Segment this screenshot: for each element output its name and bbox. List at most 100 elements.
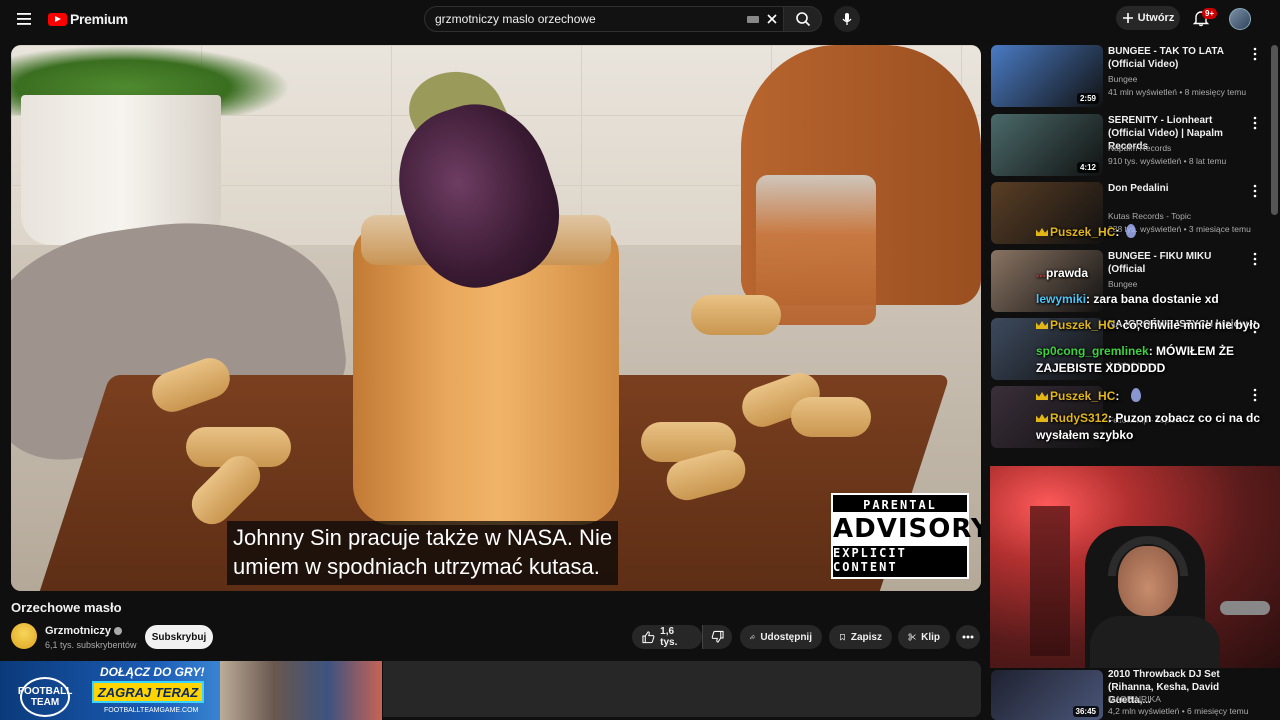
chat-text: prawda (1046, 266, 1089, 280)
save-button[interactable]: Zapisz (829, 625, 892, 649)
like-count: 1,6 tys. (660, 626, 678, 648)
ad-container (383, 661, 981, 717)
crown-icon (1036, 321, 1048, 329)
create-button[interactable]: Utwórz (1116, 6, 1180, 30)
more-vert-icon[interactable] (1251, 184, 1259, 198)
channel-subscribers: 6,1 tys. subskrybentów (45, 640, 137, 650)
chat-username: sp0cong_gremlinek (1036, 344, 1149, 358)
webcam-shelf (1030, 506, 1070, 656)
chat-username: ... (1036, 266, 1047, 280)
chat-username: RudyS312 (1050, 411, 1109, 425)
peanut (691, 295, 781, 335)
advisory-top: PARENTAL (863, 498, 937, 512)
search-icon (795, 12, 810, 27)
subtitle-line-1: Johnny Sin pracuje także w NASA. Nie (233, 525, 613, 550)
search-box (424, 6, 784, 32)
more-vert-icon[interactable] (1251, 116, 1259, 130)
notification-badge: 9+ (1202, 8, 1218, 19)
save-label: Zapisz (850, 631, 882, 643)
search-button[interactable] (784, 6, 822, 32)
chat-message: sp0cong_gremlinek: MÓWIŁEM ŻE ZAJEBISTE … (1036, 343, 1280, 377)
chat-username: Puszek_HC (1050, 389, 1116, 403)
channel-avatar[interactable] (11, 623, 37, 649)
save-icon (840, 634, 845, 641)
voice-search-button[interactable] (834, 6, 860, 32)
clear-icon[interactable] (765, 12, 779, 26)
webcam-microphone (1220, 601, 1270, 615)
dislike-button[interactable] (702, 625, 732, 649)
rec-meta: 4,2 mln wyświetleń • 6 miesięcy temu (1108, 706, 1249, 716)
ad-url: FOOTBALLTEAMGAME.COM (104, 707, 199, 714)
plus-icon (1122, 13, 1133, 23)
emote-icon (1131, 388, 1141, 402)
rec-thumbnail: 2:59 (991, 45, 1103, 107)
clip-icon (908, 633, 916, 641)
webcam-person-body (1090, 616, 1220, 668)
video-title: Orzechowe masło (11, 600, 122, 615)
share-icon (750, 634, 756, 640)
rec-channel: Napalm Records (1108, 143, 1172, 153)
recommendation-item[interactable]: 36:45 2010 Throwback DJ Set (Rihanna, Ke… (991, 668, 1271, 720)
chat-message: ...prawda (1036, 265, 1280, 282)
rec-duration: 2:59 (1076, 93, 1099, 104)
subscribe-button[interactable]: Subskrybuj (145, 625, 213, 649)
more-vert-icon[interactable] (1251, 47, 1259, 61)
more-icon (962, 635, 974, 639)
recommendation-item[interactable]: 2:59 BUNGEE - TAK TO LATA (Official Video… (991, 45, 1271, 109)
video-player[interactable]: Johnny Sin pracuje także w NASA. Nie umi… (11, 45, 981, 591)
peanut (791, 397, 871, 437)
chat-text: : (1115, 225, 1120, 239)
youtube-logo[interactable]: Premium (48, 10, 128, 28)
chat-message: Puszek_HC: co, chwile mnie nie było (1036, 317, 1280, 334)
channel-name[interactable]: Grzmotniczy (45, 625, 123, 637)
share-button[interactable]: Udostępnij (740, 625, 822, 649)
logo-text: Premium (70, 11, 128, 27)
ad-cta-button[interactable]: ZAGRAJ TERAZ (92, 681, 204, 703)
rec-channel: MADEINRIKA (1108, 694, 1161, 704)
rec-thumbnail: 4:12 (991, 114, 1103, 176)
chat-username: Puszek_HC (1050, 225, 1116, 239)
recommendation-item[interactable]: 4:12 SERENITY - Lionheart (Official Video… (991, 114, 1271, 178)
webcam-overlay (990, 466, 1280, 668)
ad-banner[interactable]: FOOTBALL TEAM DOŁĄCZ DO GRY! ZAGRAJ TERA… (0, 661, 382, 720)
ad-players-image (220, 661, 382, 720)
advisory-mid: ADVISORY (833, 512, 981, 546)
crown-icon (1036, 392, 1048, 400)
top-bar: Premium Utwórz 9+ (0, 0, 1280, 38)
chat-message: RudyS312: Puzon zobacz co ci na dc wysła… (1036, 410, 1280, 444)
clip-button[interactable]: Klip (898, 625, 950, 649)
advisory-bottom: EXPLICIT CONTENT (833, 546, 907, 574)
sidebar-scrollbar[interactable] (1271, 45, 1278, 215)
crown-icon (1036, 228, 1048, 236)
emote-icon (1126, 224, 1136, 238)
rec-thumbnail: 36:45 (991, 670, 1103, 720)
chat-message: Puszek_HC: (1036, 224, 1280, 241)
chat-text: : zara bana dostanie xd (1086, 292, 1219, 306)
parental-advisory-label: PARENTAL ADVISORY EXPLICIT CONTENT (831, 493, 981, 579)
channel-name-text: Grzmotniczy (45, 625, 112, 637)
ad-brand: FOOTBALL TEAM (18, 677, 72, 717)
rec-meta: 41 mln wyświetleń • 8 miesięcy temu (1108, 87, 1247, 97)
share-label: Udostępnij (760, 631, 812, 643)
more-vert-icon[interactable] (1251, 252, 1259, 266)
chat-message: Puszek_HC: (1036, 388, 1280, 405)
rec-title: Don Pedalini (1108, 183, 1169, 194)
chat-text: : (1115, 389, 1120, 403)
chat-message: lewymiki: zara bana dostanie xd (1036, 291, 1280, 308)
like-button[interactable]: 1,6 tys. (632, 625, 702, 649)
menu-icon[interactable] (15, 10, 33, 28)
rec-channel: Bungee (1108, 74, 1138, 84)
search-input[interactable] (435, 7, 735, 31)
more-actions-button[interactable] (956, 625, 980, 649)
video-subtitle: Johnny Sin pracuje także w NASA. Nie umi… (227, 521, 619, 585)
chat-username: lewymiki (1036, 292, 1087, 306)
rec-channel: Kutas Records - Topic (1108, 211, 1191, 221)
dislike-icon (711, 630, 724, 643)
chat-text: : co, chwile mnie nie było (1115, 318, 1261, 332)
rec-meta: 910 tys. wyświetleń • 8 lat temu (1108, 156, 1227, 166)
youtube-logo-icon (48, 12, 67, 26)
keyboard-icon[interactable] (747, 16, 759, 23)
create-label: Utwórz (1137, 12, 1175, 24)
user-avatar[interactable] (1229, 8, 1251, 30)
rec-duration: 36:45 (1072, 706, 1099, 717)
